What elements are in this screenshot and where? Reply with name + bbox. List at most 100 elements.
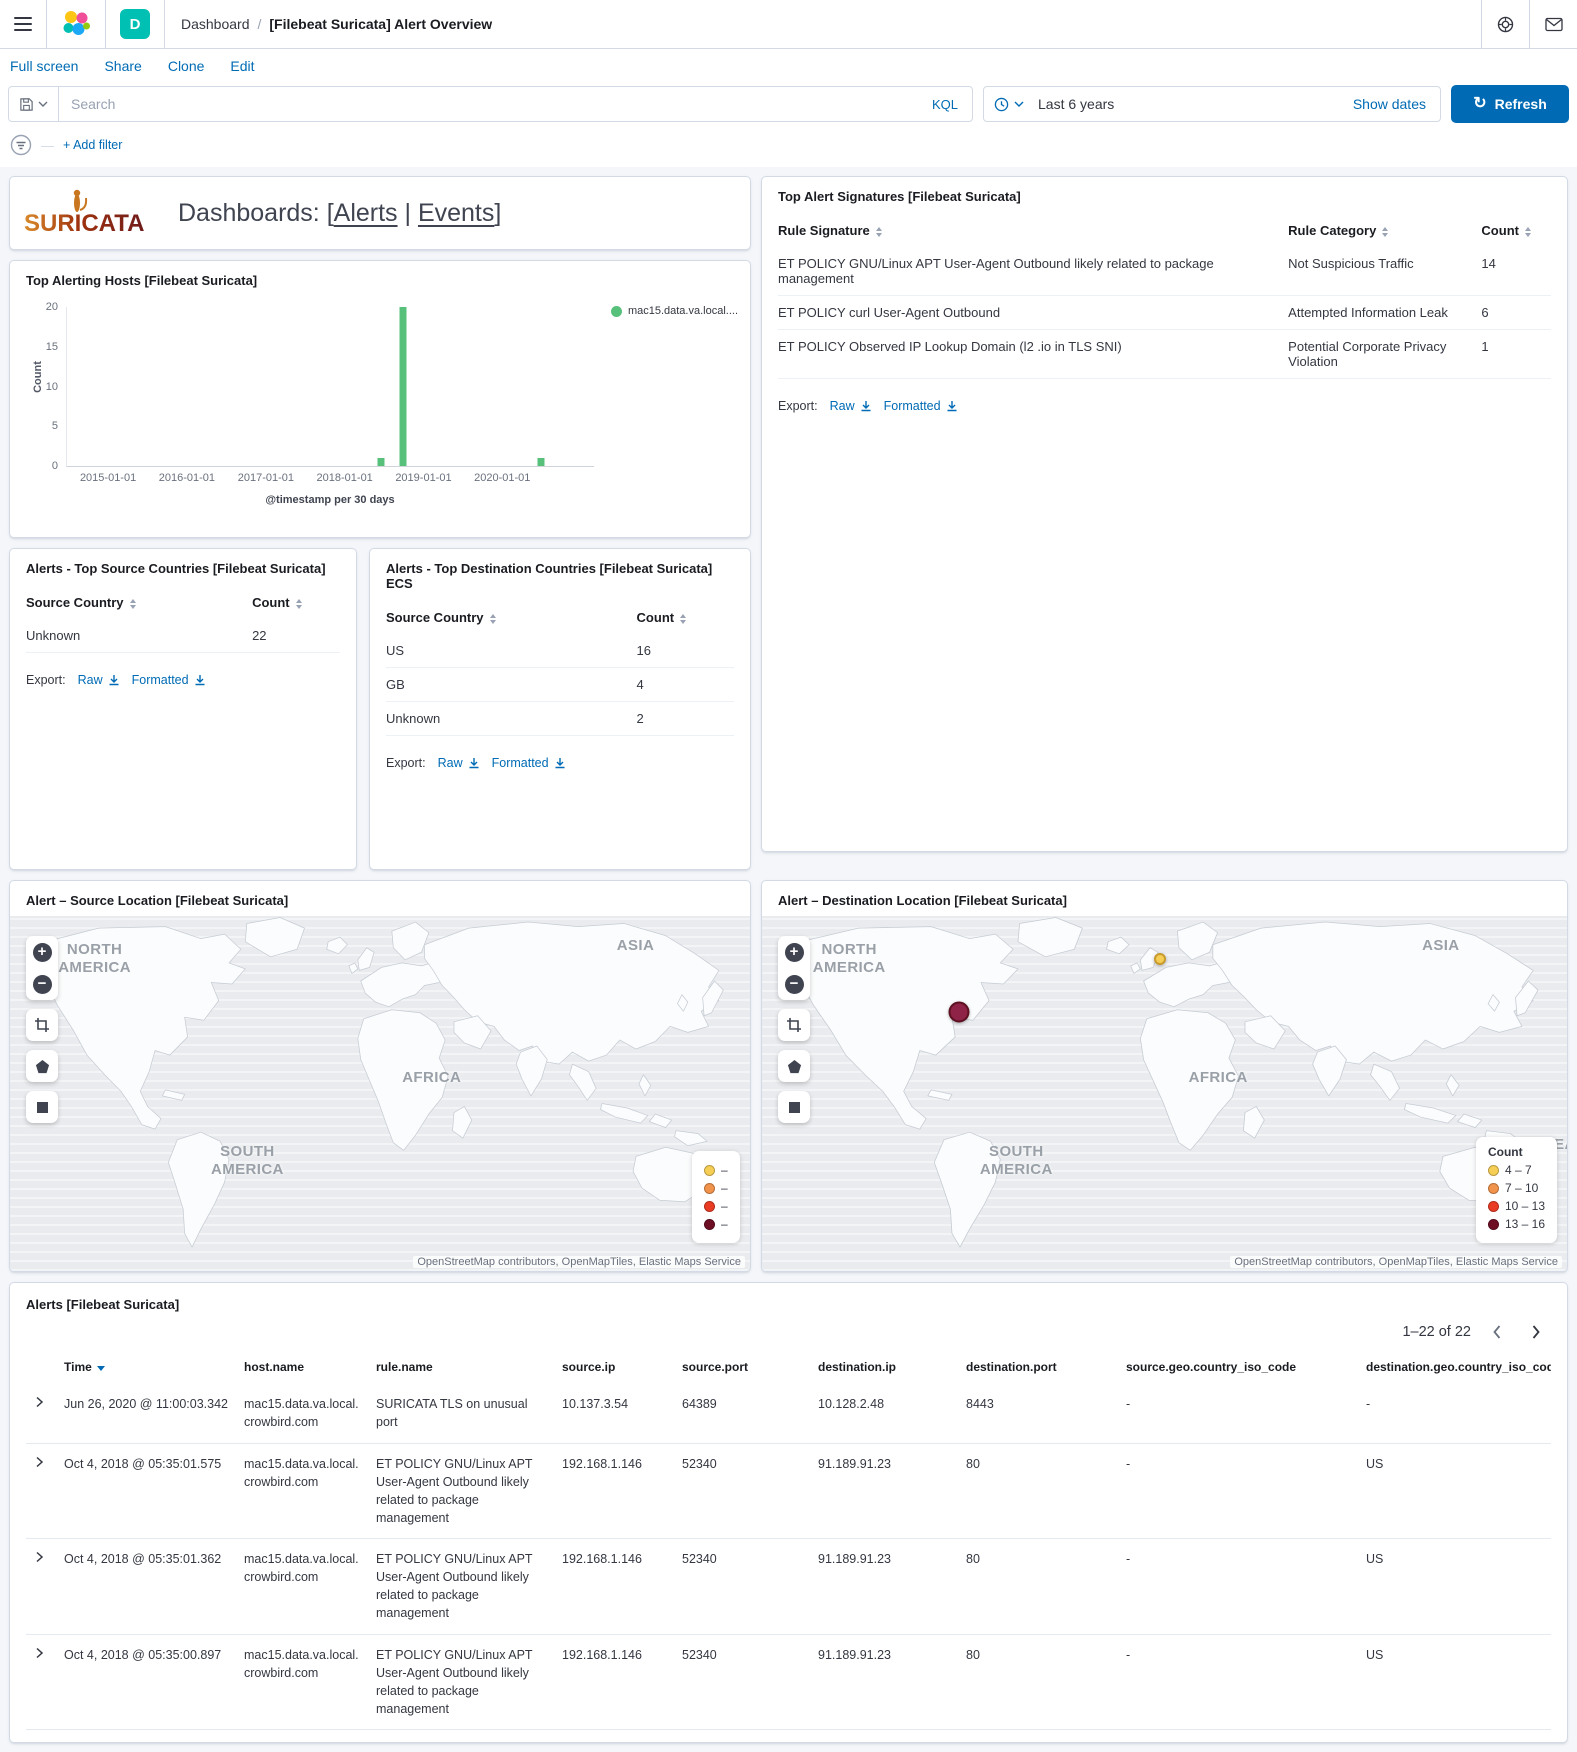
export-raw-link[interactable]: Raw	[78, 673, 120, 687]
column-header-host-name[interactable]: host.name	[236, 1348, 368, 1384]
host-cell: mac15.data.va.local.crowbird.com	[236, 1443, 368, 1539]
table-row[interactable]: Oct 4, 2018 @ 05:35:01.575 mac15.data.va…	[26, 1443, 1551, 1539]
source-geo-cell: -	[1118, 1539, 1358, 1635]
column-header-source-country[interactable]: Source Country	[26, 586, 252, 619]
topbar-actions	[1481, 0, 1577, 48]
draw-polygon-button[interactable]	[26, 1050, 58, 1082]
destination-ip-cell: 91.189.91.23	[810, 1730, 958, 1744]
edit-button[interactable]: Edit	[230, 58, 254, 74]
table-row[interactable]: ET POLICY Observed IP Lookup Domain (l2 …	[778, 330, 1551, 379]
draw-polygon-button[interactable]	[778, 1050, 810, 1082]
map-data-point[interactable]	[949, 1001, 970, 1022]
fit-data-bounds-button[interactable]	[26, 1009, 58, 1041]
column-header-source-country[interactable]: Source Country	[386, 601, 637, 634]
menu-button[interactable]	[0, 0, 47, 48]
time-cell: Oct 4, 2018 @ 05:35:01.575	[56, 1443, 236, 1539]
table-row[interactable]: ET POLICY curl User-Agent Outbound Attem…	[778, 296, 1551, 330]
column-header-source-ip[interactable]: source.ip	[554, 1348, 674, 1384]
table-row[interactable]: Oct 4, 2018 @ 05:35:00.897 mac15.data.va…	[26, 1634, 1551, 1730]
time-picker-menu-button[interactable]	[984, 87, 1034, 121]
export-formatted-link[interactable]: Formatted	[884, 399, 958, 413]
map-attribution[interactable]: OpenStreetMap contributors, OpenMapTiles…	[413, 1256, 745, 1268]
expand-row-chevron[interactable]	[34, 1552, 44, 1566]
next-page-button[interactable]	[1521, 1318, 1551, 1346]
table-row[interactable]: ET POLICY GNU/Linux APT User-Agent Outbo…	[778, 247, 1551, 296]
export-raw-link[interactable]: Raw	[830, 399, 872, 413]
filter-circle-icon[interactable]	[10, 134, 32, 156]
table-row[interactable]: GB4	[386, 668, 734, 702]
expand-row-chevron[interactable]	[34, 1457, 44, 1471]
column-header-expand	[26, 1348, 56, 1384]
help-button[interactable]	[1481, 0, 1529, 48]
zoom-in-button[interactable]: +	[26, 936, 58, 968]
export-formatted-link[interactable]: Formatted	[132, 673, 206, 687]
map-data-point[interactable]	[1154, 953, 1166, 965]
table-row[interactable]: Unknown2	[386, 702, 734, 736]
clone-button[interactable]: Clone	[168, 58, 205, 74]
saved-query-menu-button[interactable]	[9, 87, 59, 121]
zoom-in-button[interactable]: +	[778, 936, 810, 968]
column-header-destination-geo[interactable]: destination.geo.country_iso_code	[1358, 1348, 1551, 1384]
query-bar: KQL Last 6 years Show dates ↻ Refresh	[0, 82, 1577, 133]
column-header-rule-name[interactable]: rule.name	[368, 1348, 554, 1384]
refresh-button[interactable]: ↻ Refresh	[1451, 85, 1569, 123]
chart-bar[interactable]	[537, 458, 544, 466]
share-button[interactable]: Share	[104, 58, 141, 74]
previous-page-button[interactable]	[1481, 1318, 1511, 1346]
source-map-canvas[interactable]: NORTH AMERICA ASIA AFRICA SOUTH AMERICA …	[10, 916, 750, 1271]
table-row[interactable]: US16	[386, 634, 734, 668]
table-row[interactable]: Unknown 22	[26, 619, 340, 653]
chart-bar[interactable]	[400, 307, 407, 466]
export-formatted-link[interactable]: Formatted	[492, 756, 566, 770]
draw-rectangle-button[interactable]	[778, 1091, 810, 1123]
host-cell: mac15.data.va.local.crowbird.com	[236, 1539, 368, 1635]
source-ip-cell: 192.168.1.146	[554, 1730, 674, 1744]
draw-rectangle-button[interactable]	[26, 1091, 58, 1123]
chart-legend-dot	[611, 306, 622, 317]
count-cell: 16	[637, 634, 734, 668]
dest-map-canvas[interactable]: NORTH AMERICA ASIA AFRICA SOUTH AMERICA …	[762, 916, 1567, 1271]
map-attribution[interactable]: OpenStreetMap contributors, OpenMapTiles…	[1230, 1256, 1562, 1268]
elastic-home-button[interactable]	[47, 0, 106, 48]
newsfeed-button[interactable]	[1529, 0, 1577, 48]
column-header-destination-ip[interactable]: destination.ip	[810, 1348, 958, 1384]
time-cell: Oct 4, 2018 @ 05:35:01.362	[56, 1539, 236, 1635]
column-header-time[interactable]: Time	[56, 1348, 236, 1384]
table-row[interactable]: Jun 26, 2020 @ 11:00:03.342 mac15.data.v…	[26, 1384, 1551, 1443]
download-icon	[946, 400, 958, 412]
space-selector[interactable]: D	[106, 0, 165, 48]
column-header-rule-category[interactable]: Rule Category	[1288, 214, 1481, 247]
zoom-out-button[interactable]: −	[778, 968, 810, 1000]
column-header-count[interactable]: Count	[1481, 214, 1551, 247]
breadcrumb-dashboard-link[interactable]: Dashboard	[181, 16, 250, 32]
show-dates-button[interactable]: Show dates	[1353, 96, 1440, 112]
time-range-value[interactable]: Last 6 years	[1034, 96, 1353, 112]
export-row: Export: Raw Formatted	[386, 756, 734, 770]
destination-ip-cell: 91.189.91.23	[810, 1443, 958, 1539]
events-dashboard-link[interactable]: Events	[418, 199, 494, 227]
zoom-out-button[interactable]: −	[26, 968, 58, 1000]
column-header-count[interactable]: Count	[252, 586, 340, 619]
table-row[interactable]: Oct 4, 2018 @ 05:35:01.362 mac15.data.va…	[26, 1539, 1551, 1635]
table-row[interactable]: Oct 4, 2018 @ 05:35:00.776 mac15.data.va…	[26, 1730, 1551, 1744]
expand-row-chevron[interactable]	[34, 1397, 44, 1411]
search-input[interactable]	[59, 96, 932, 112]
source-port-cell: 52340	[674, 1730, 810, 1744]
export-raw-link[interactable]: Raw	[438, 756, 480, 770]
top-alert-signatures-panel: Top Alert Signatures [Filebeat Suricata]…	[761, 176, 1568, 852]
chart-bar[interactable]	[377, 458, 384, 466]
sort-caret-icon	[1382, 227, 1388, 237]
fit-data-bounds-button[interactable]	[778, 1009, 810, 1041]
column-header-source-port[interactable]: source.port	[674, 1348, 810, 1384]
chart-legend[interactable]: mac15.data.va.local....	[611, 305, 738, 317]
column-header-count[interactable]: Count	[637, 601, 734, 634]
expand-row-chevron[interactable]	[34, 1648, 44, 1662]
column-header-source-geo[interactable]: source.geo.country_iso_code	[1118, 1348, 1358, 1384]
add-filter-button[interactable]: + Add filter	[63, 138, 122, 152]
column-header-rule-signature[interactable]: Rule Signature	[778, 214, 1288, 247]
kql-syntax-button[interactable]: KQL	[932, 97, 972, 112]
alerts-dashboard-link[interactable]: Alerts	[334, 199, 398, 227]
source-ip-cell: 192.168.1.146	[554, 1539, 674, 1635]
full-screen-button[interactable]: Full screen	[10, 58, 78, 74]
column-header-destination-port[interactable]: destination.port	[958, 1348, 1118, 1384]
